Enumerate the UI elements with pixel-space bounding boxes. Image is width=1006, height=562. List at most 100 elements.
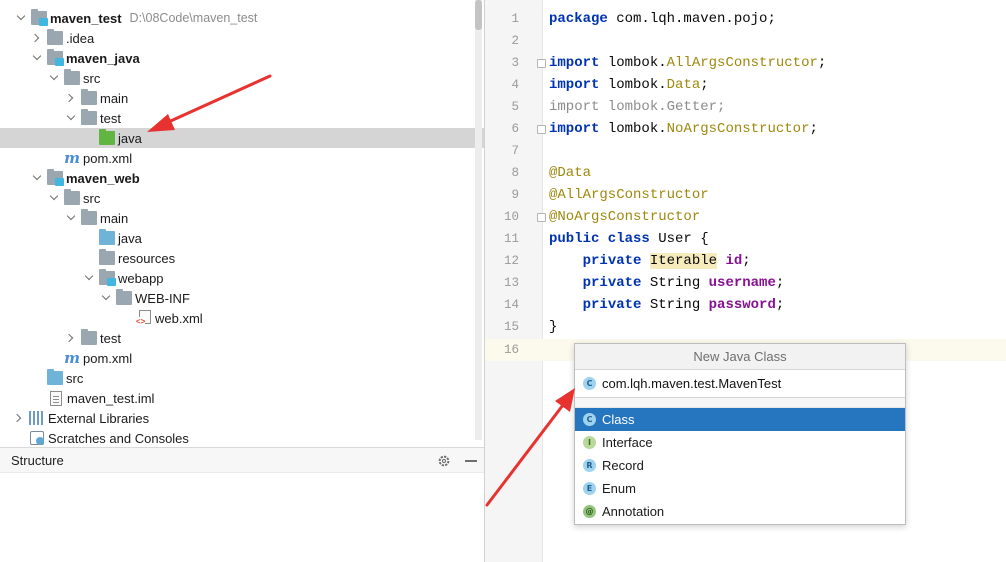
kind-label: Annotation bbox=[602, 504, 665, 519]
tree-item-pom-xml[interactable]: m pom.xml bbox=[0, 148, 485, 168]
chevron-right-icon[interactable] bbox=[63, 90, 79, 106]
chevron-down-icon[interactable] bbox=[13, 10, 29, 26]
popup-title: New Java Class bbox=[575, 344, 905, 370]
class-icon: C bbox=[583, 413, 596, 426]
tree-item-src[interactable]: src bbox=[0, 68, 485, 88]
chevron-right-icon[interactable] bbox=[63, 330, 79, 346]
chevron-right-icon[interactable] bbox=[11, 410, 27, 426]
tree-item-test[interactable]: test bbox=[0, 108, 485, 128]
kind-label: Enum bbox=[602, 481, 636, 496]
scrollbar-thumb[interactable] bbox=[475, 0, 482, 30]
line-number: 3 bbox=[511, 56, 519, 70]
tree-item-maven-java[interactable]: maven_java bbox=[0, 48, 485, 68]
class-name-field[interactable]: C bbox=[575, 370, 905, 398]
source-folder-icon bbox=[47, 369, 63, 385]
tree-item-label: java bbox=[118, 130, 142, 146]
folder-icon bbox=[116, 289, 132, 305]
line-number: 10 bbox=[503, 210, 519, 224]
tree-item-idea[interactable]: .idea bbox=[0, 28, 485, 48]
line-number: 2 bbox=[511, 34, 519, 48]
tree-item-webapp[interactable]: webapp bbox=[0, 268, 485, 288]
line-number: 12 bbox=[503, 254, 519, 268]
kind-option-enum[interactable]: E Enum bbox=[575, 477, 905, 500]
structure-panel-title: Structure bbox=[11, 452, 64, 468]
chevron-down-icon[interactable] bbox=[29, 170, 45, 186]
tree-item-src[interactable]: src bbox=[0, 188, 485, 208]
code-line: import lombok.AllArgsConstructor; bbox=[549, 55, 827, 71]
interface-icon: I bbox=[583, 436, 596, 449]
kind-option-annotation[interactable]: @ Annotation bbox=[575, 500, 905, 523]
class-icon: C bbox=[583, 377, 596, 390]
library-icon bbox=[29, 411, 45, 425]
xml-file-icon bbox=[136, 310, 152, 326]
gear-icon[interactable] bbox=[437, 454, 451, 468]
chevron-down-icon[interactable] bbox=[29, 50, 45, 66]
folder-icon bbox=[81, 109, 97, 125]
code-line-annotation: @NoArgsConstructor bbox=[549, 209, 701, 225]
line-number: 9 bbox=[511, 188, 519, 202]
tree-item-label: maven_test bbox=[50, 10, 122, 26]
tree-item-label: pom.xml bbox=[83, 350, 133, 366]
kind-option-interface[interactable]: I Interface bbox=[575, 431, 905, 454]
line-number: 14 bbox=[503, 298, 519, 312]
chevron-right-icon[interactable] bbox=[29, 30, 45, 46]
tree-item-label: webapp bbox=[118, 270, 164, 286]
chevron-down-icon[interactable] bbox=[81, 270, 97, 286]
fold-marker-icon[interactable] bbox=[537, 59, 546, 68]
folder-icon bbox=[64, 189, 80, 205]
tree-item-main-java[interactable]: java bbox=[0, 228, 485, 248]
chevron-down-icon[interactable] bbox=[63, 210, 79, 226]
structure-panel-header: Structure bbox=[0, 447, 485, 473]
fold-marker-icon[interactable] bbox=[537, 213, 546, 222]
tree-item-scratches[interactable]: Scratches and Consoles bbox=[0, 428, 485, 447]
folder-icon bbox=[47, 29, 63, 45]
tree-item-label: maven_java bbox=[66, 50, 140, 66]
tree-item-label: src bbox=[66, 370, 84, 386]
tree-item-test[interactable]: test bbox=[0, 328, 485, 348]
line-number: 4 bbox=[511, 78, 519, 92]
chevron-down-icon[interactable] bbox=[63, 110, 79, 126]
line-number: 1 bbox=[511, 12, 519, 26]
tree-item-web-inf[interactable]: WEB-INF bbox=[0, 288, 485, 308]
tree-item-test-java[interactable]: java bbox=[0, 128, 485, 148]
tree-item-main[interactable]: main bbox=[0, 88, 485, 108]
project-tool-window: maven_test D:\08Code\maven_test .idea ma… bbox=[0, 0, 485, 447]
record-icon: R bbox=[583, 459, 596, 472]
kind-label: Interface bbox=[602, 435, 653, 450]
tree-item-resources[interactable]: resources bbox=[0, 248, 485, 268]
tree-item-label: pom.xml bbox=[83, 150, 133, 166]
code-line: private String password; bbox=[582, 297, 785, 313]
tree-item-external-libraries[interactable]: External Libraries bbox=[0, 408, 485, 428]
fold-marker-icon[interactable] bbox=[537, 125, 546, 134]
tree-item-iml[interactable]: maven_test.iml bbox=[0, 388, 485, 408]
tree-item-main[interactable]: main bbox=[0, 208, 485, 228]
tree-item-web-xml[interactable]: web.xml bbox=[0, 308, 485, 328]
kind-label: Record bbox=[602, 458, 644, 473]
tree-item-label: External Libraries bbox=[48, 410, 150, 426]
vertical-scrollbar[interactable] bbox=[475, 0, 482, 440]
kind-label: Class bbox=[602, 412, 635, 427]
tree-item-maven-test[interactable]: maven_test D:\08Code\maven_test bbox=[0, 8, 485, 28]
new-java-class-popup: New Java Class C C Class I Interface R R… bbox=[574, 343, 906, 525]
tree-item-label: test bbox=[100, 110, 121, 126]
kind-option-record[interactable]: R Record bbox=[575, 454, 905, 477]
tree-item-label: src bbox=[83, 70, 101, 86]
web-folder-icon bbox=[99, 269, 116, 286]
code-line: package com.lqh.maven.pojo; bbox=[549, 11, 776, 27]
tree-item-maven-web[interactable]: maven_web bbox=[0, 168, 485, 188]
module-folder-icon bbox=[47, 169, 64, 186]
enum-icon: E bbox=[583, 482, 596, 495]
tree-item-pom-xml[interactable]: m pom.xml bbox=[0, 348, 485, 368]
tree-item-label: test bbox=[100, 330, 121, 346]
popup-separator bbox=[575, 398, 905, 408]
tree-item-label: resources bbox=[118, 250, 176, 266]
chevron-down-icon[interactable] bbox=[46, 190, 62, 206]
tree-item-src[interactable]: src bbox=[0, 368, 485, 388]
kind-option-class[interactable]: C Class bbox=[575, 408, 905, 431]
minimize-icon[interactable] bbox=[465, 460, 477, 462]
code-line: import lombok.Data; bbox=[549, 77, 709, 93]
folder-icon bbox=[81, 329, 97, 345]
class-name-input[interactable] bbox=[602, 376, 902, 391]
chevron-down-icon[interactable] bbox=[98, 290, 114, 306]
chevron-down-icon[interactable] bbox=[46, 70, 62, 86]
